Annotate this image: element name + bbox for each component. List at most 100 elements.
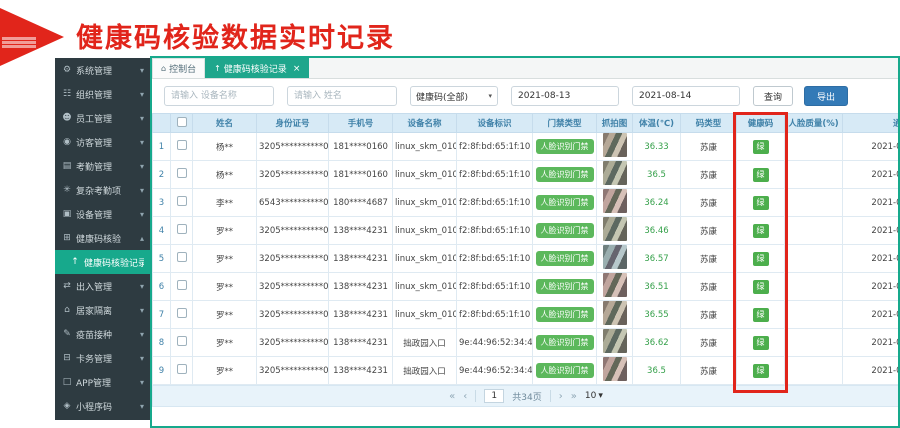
snapshot-photo[interactable]	[603, 161, 627, 185]
sidebar-item[interactable]: ↑ 健康码核验记录	[55, 250, 150, 274]
row-checkbox[interactable]	[177, 308, 187, 318]
cell-temp: 36.46	[633, 217, 681, 245]
healthcode-green-badge[interactable]: 绿	[753, 308, 769, 322]
sidebar-item[interactable]: ⊟ 卡务管理 ▾	[55, 346, 150, 370]
snapshot-photo[interactable]	[603, 329, 627, 353]
sidebar-item[interactable]: □ APP管理 ▾	[55, 370, 150, 394]
header-idcard: 身份证号	[257, 114, 329, 133]
device-name-input[interactable]	[164, 86, 274, 106]
row-index: 9	[153, 357, 171, 385]
row-checkbox[interactable]	[177, 336, 187, 346]
row-checkbox[interactable]	[177, 280, 187, 290]
access-type-badge[interactable]: 人脸识别门禁	[536, 279, 594, 294]
sidebar-item-icon: ⇄	[61, 281, 73, 291]
query-button[interactable]: 查询	[753, 86, 793, 106]
date-to-input[interactable]	[632, 86, 740, 106]
snapshot-photo[interactable]	[603, 245, 627, 269]
prev-page-button[interactable]: ‹	[463, 391, 467, 402]
healthcode-green-badge[interactable]: 绿	[753, 140, 769, 154]
cell-temp: 36.5	[633, 357, 681, 385]
sidebar-item[interactable]: ☷ 组织管理 ▾	[55, 82, 150, 106]
row-checkbox[interactable]	[177, 196, 187, 206]
snapshot-photo[interactable]	[603, 133, 627, 157]
sidebar-item-icon: ◉	[61, 137, 73, 147]
header-checkbox[interactable]	[171, 114, 193, 133]
healthcode-green-badge[interactable]: 绿	[753, 196, 769, 210]
row-checkbox[interactable]	[177, 252, 187, 262]
sidebar-item-label: 复杂考勤项	[76, 184, 140, 197]
row-index: 4	[153, 217, 171, 245]
cell-phone: 181****0160	[329, 161, 393, 189]
row-checkbox[interactable]	[177, 140, 187, 150]
sidebar-item-icon: ✎	[61, 329, 73, 339]
sidebar-item[interactable]: ◈ 小程序码 ▾	[55, 394, 150, 418]
pager-divider	[475, 390, 476, 402]
sidebar-item[interactable]: ⌂ 居家隔离 ▾	[55, 298, 150, 322]
healthcode-green-badge[interactable]: 绿	[753, 224, 769, 238]
table-body: 1 杨** 3205**********0046 181****0160 lin…	[153, 133, 900, 385]
tab-healthcode-record[interactable]: ↑ 健康码核验记录 ×	[205, 58, 309, 78]
date-from-input[interactable]	[511, 86, 619, 106]
access-type-badge[interactable]: 人脸识别门禁	[536, 307, 594, 322]
healthcode-green-badge[interactable]: 绿	[753, 336, 769, 350]
row-checkbox[interactable]	[177, 168, 187, 178]
chevron-icon: ▾	[140, 114, 144, 123]
next-page-button[interactable]: ›	[559, 391, 563, 402]
page-number-input[interactable]	[484, 389, 504, 403]
sidebar-item-icon: ⊟	[61, 353, 73, 363]
cell-codetype: 苏康	[681, 357, 737, 385]
table-row: 5 罗** 3205**********0018 138****4231 lin…	[153, 245, 900, 273]
snapshot-photo[interactable]	[603, 357, 627, 381]
cell-temp: 36.33	[633, 133, 681, 161]
sidebar-item[interactable]: ⚙ 系统管理 ▾	[55, 58, 150, 82]
cell-device: 拙政园入口	[393, 329, 457, 357]
table-row: 3 李** 6543**********0828 180****4687 lin…	[153, 189, 900, 217]
cell-device: linux_skm_010	[393, 189, 457, 217]
close-icon[interactable]: ×	[293, 64, 301, 74]
access-type-badge[interactable]: 人脸识别门禁	[536, 167, 594, 182]
sidebar-item[interactable]: ◉ 访客管理 ▾	[55, 130, 150, 154]
sidebar-item[interactable]: ☻ 员工管理 ▾	[55, 106, 150, 130]
snapshot-photo[interactable]	[603, 189, 627, 213]
chevron-icon: ▾	[140, 162, 144, 171]
healthcode-select[interactable]: 健康码(全部) ▾	[410, 86, 498, 106]
access-type-badge[interactable]: 人脸识别门禁	[536, 251, 594, 266]
access-type-badge[interactable]: 人脸识别门禁	[536, 139, 594, 154]
page-title: 健康码核验数据实时记录	[76, 16, 395, 55]
row-checkbox[interactable]	[177, 224, 187, 234]
person-name-input[interactable]	[287, 86, 397, 106]
first-page-button[interactable]: «	[449, 391, 455, 402]
select-all-checkbox[interactable]	[177, 117, 187, 127]
access-type-badge[interactable]: 人脸识别门禁	[536, 335, 594, 350]
sidebar-item[interactable]: ✎ 疫苗接种 ▾	[55, 322, 150, 346]
cell-quality	[785, 357, 843, 385]
sidebar-item[interactable]: ▣ 设备管理 ▾	[55, 202, 150, 226]
page-size-select[interactable]: 10 ▾	[585, 391, 603, 401]
snapshot-photo[interactable]	[603, 273, 627, 297]
access-type-badge[interactable]: 人脸识别门禁	[536, 363, 594, 378]
sidebar-item[interactable]: ✳ 复杂考勤项 ▾	[55, 178, 150, 202]
header-healthcode: 健康码	[737, 114, 785, 133]
snapshot-photo[interactable]	[603, 217, 627, 241]
cell-temp: 36.51	[633, 273, 681, 301]
access-type-badge[interactable]: 人脸识别门禁	[536, 195, 594, 210]
chevron-down-icon: ▾	[488, 92, 492, 100]
chevron-icon: ▾	[140, 282, 144, 291]
row-index: 6	[153, 273, 171, 301]
cell-name: 杨**	[193, 133, 257, 161]
snapshot-photo[interactable]	[603, 301, 627, 325]
row-checkbox[interactable]	[177, 364, 187, 374]
cell-time: 2021-08-	[843, 329, 900, 357]
tab-console[interactable]: ⌂ 控制台	[152, 58, 205, 78]
sidebar-item[interactable]: ⇄ 出入管理 ▾	[55, 274, 150, 298]
sidebar-item[interactable]: ⊞ 健康码核验 ▴	[55, 226, 150, 250]
access-type-badge[interactable]: 人脸识别门禁	[536, 223, 594, 238]
export-button[interactable]: 导出	[804, 86, 848, 106]
healthcode-green-badge[interactable]: 绿	[753, 280, 769, 294]
last-page-button[interactable]: »	[571, 391, 577, 402]
healthcode-green-badge[interactable]: 绿	[753, 364, 769, 378]
sidebar-item[interactable]: ▤ 考勤管理 ▾	[55, 154, 150, 178]
healthcode-green-badge[interactable]: 绿	[753, 252, 769, 266]
cell-quality	[785, 217, 843, 245]
healthcode-green-badge[interactable]: 绿	[753, 168, 769, 182]
